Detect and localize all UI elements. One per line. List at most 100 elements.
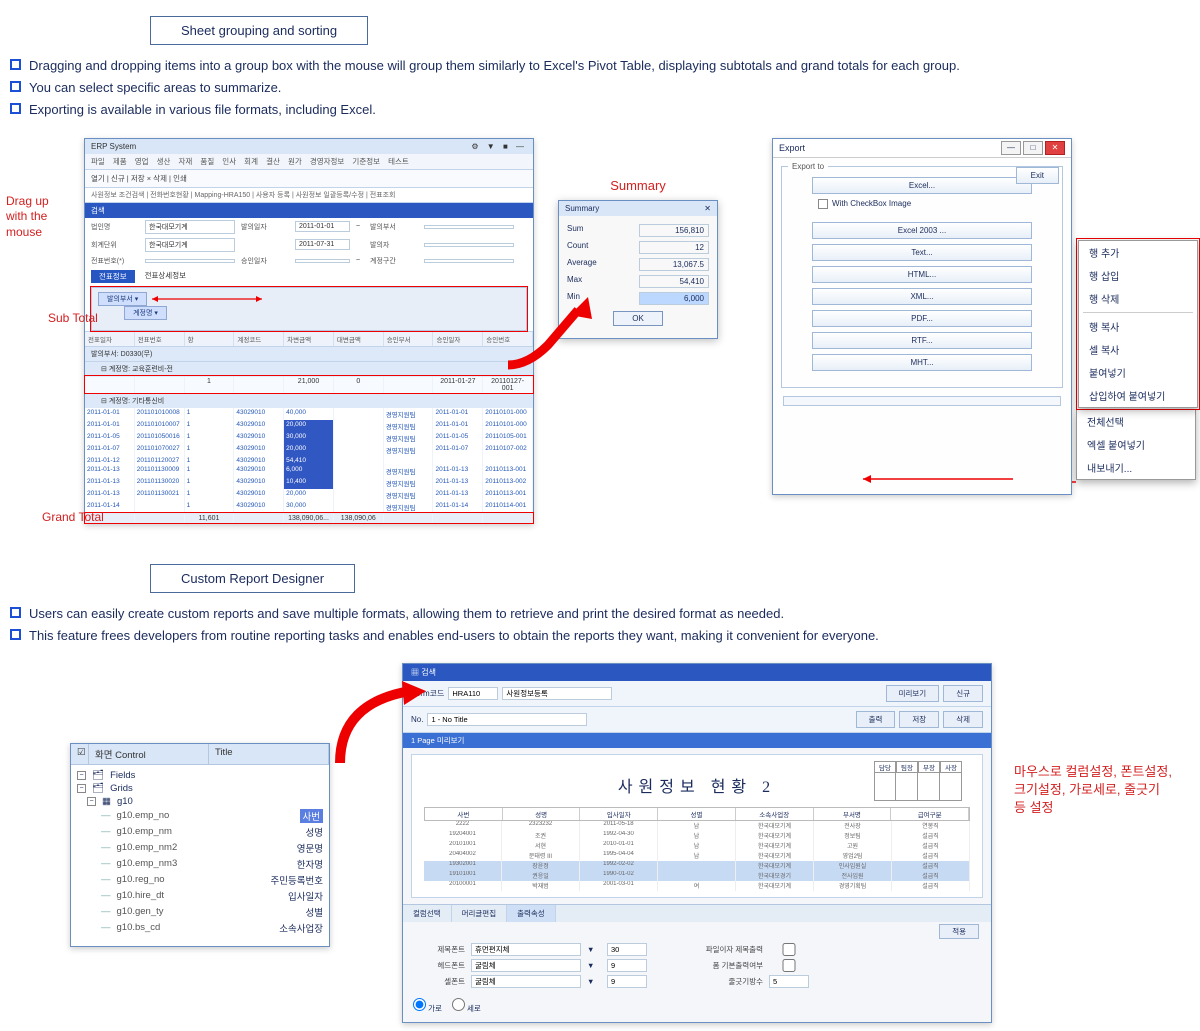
bullet: Dragging and dropping items into a group… <box>10 57 1200 75</box>
bullet: This feature frees developers from routi… <box>10 627 1200 645</box>
menu-item[interactable]: 전체선택 <box>1077 410 1195 433</box>
maximize-icon[interactable]: □ <box>1023 141 1043 155</box>
menu-item[interactable]: 행 추가 <box>1079 241 1197 264</box>
menu-item[interactable]: 내보내기... <box>1077 456 1195 479</box>
annotation-drag: Drag up with the mouse <box>6 194 60 241</box>
checkbox[interactable] <box>769 959 809 972</box>
bottom-tabs[interactable]: 컬럼선택 머리글편집 출력속성 <box>403 904 991 922</box>
checkbox-icon[interactable]: ☑ <box>71 744 89 764</box>
form-desc-input[interactable] <box>502 687 612 700</box>
table-row[interactable]: 2011-01-132011011300091430290106,000경영지원… <box>85 465 533 477</box>
menu-item[interactable]: 삽입하여 붙여넣기 <box>1079 384 1197 407</box>
group-row[interactable]: ⊟ 계정명: 교육훈련비-전 <box>85 361 533 376</box>
tree-row[interactable]: −🗂Grids <box>73 782 327 795</box>
ok-button[interactable]: OK <box>613 311 663 326</box>
group-row[interactable]: ⊟ 계정명: 기타통신비 <box>85 393 533 408</box>
section-title-2: Custom Report Designer <box>150 564 355 593</box>
close-icon[interactable]: ✕ <box>1045 141 1065 155</box>
signature-box: 담당 팀장 부장 사장 <box>874 761 962 801</box>
summary-row: Count12 <box>567 241 709 254</box>
page-tab[interactable]: 1 Page 미리보기 <box>403 733 991 748</box>
erp-menubar[interactable]: 파일 제품 영업 생산 자재 품질 인사 회계 결산 원가 경영자정보 기준정보… <box>85 154 533 170</box>
tree-row[interactable]: −▦g10 <box>73 795 327 808</box>
export-option-button[interactable]: Excel 2003 ... <box>812 222 1032 239</box>
tab-active[interactable]: 전표정보 <box>91 270 135 283</box>
save-button[interactable]: 저장 <box>899 711 939 728</box>
table-row[interactable]: 2011-01-1414302901030,000경영지원팀2011-01-14… <box>85 501 533 513</box>
preview-area: 담당 팀장 부장 사장 사원정보 현황 2 사번성명입사일자성별소속사업장부서명… <box>411 754 983 898</box>
table-row[interactable]: 2011-01-0720110107002714302901020,000경영지… <box>85 444 533 456</box>
summary-row: Average13,067.5 <box>567 258 709 271</box>
designer-form: Form코드 미리보기 신규 <box>403 681 991 707</box>
menu-item[interactable]: 셀 복사 <box>1079 338 1197 361</box>
tree-leaf[interactable]: —g10.emp_nm3한자명 <box>73 856 327 872</box>
table-row[interactable]: 2011-01-0520110105001614302901030,000경영지… <box>85 432 533 444</box>
tree-leaf[interactable]: —g10.emp_no사번 <box>73 808 327 824</box>
menu-item[interactable]: 엑셀 붙여넣기 <box>1077 433 1195 456</box>
grid-header[interactable]: 전표일자전표번호항계정코드차변금액대변금액승인부서승인일자승인번호 <box>85 331 533 346</box>
table-row: 19101001권응일1990-01-02한국대모경기전사임원설급직 <box>424 871 970 881</box>
expand-icon: − <box>77 784 86 793</box>
export-option-button[interactable]: HTML... <box>812 266 1032 283</box>
table-row: 20101001서현2010-01-01남한국대모기계고원설급직 <box>424 841 970 851</box>
table-row[interactable]: 2011-01-1320110113002014302901010,400경영지… <box>85 477 533 489</box>
tree-leaf[interactable]: —g10.gen_ty성별 <box>73 904 327 920</box>
export-option-button[interactable]: Text... <box>812 244 1032 261</box>
table-row: 19204001조권1992-04-30남한국대모기계정보팀설급직 <box>424 831 970 841</box>
report-designer: ▦ 검색 Form코드 미리보기 신규 No. 출력 저장 삭제 1 Page … <box>402 663 992 1023</box>
apply-button[interactable]: 적용 <box>939 924 979 939</box>
erp-tabs[interactable]: 사원정보 조건검색 | 전화번호현황 | Mapping-HRA150 | 사용… <box>85 188 533 203</box>
menu-item[interactable]: 행 삽입 <box>1079 264 1197 287</box>
bullet: Users can easily create custom reports a… <box>10 605 1200 623</box>
export-option-button[interactable]: RTF... <box>812 332 1032 349</box>
context-menu[interactable]: 행 추가행 삽입행 삭제 행 복사셀 복사붙여넣기삽입하여 붙여넣기 <box>1078 240 1198 408</box>
context-menu[interactable]: 전체선택엑셀 붙여넣기내보내기... <box>1076 410 1196 480</box>
export-option-button[interactable]: Excel... <box>812 177 1032 194</box>
subtotal-row: 121,00002011-01-2720110127-001 <box>85 376 533 393</box>
tree-leaf[interactable]: —g10.emp_nm성명 <box>73 824 327 840</box>
delete-button[interactable]: 삭제 <box>943 711 983 728</box>
arrow-icon <box>508 275 618 375</box>
menu-item[interactable]: 행 복사 <box>1079 315 1197 338</box>
table-row[interactable]: 2011-01-0120110101000814302901040,000경영지… <box>85 408 533 420</box>
export-caption: Export to <box>788 162 828 171</box>
table-row[interactable]: 2011-01-1220110112002714302901054,410 <box>85 456 533 465</box>
group-chip[interactable]: 발의부서 ▾ <box>98 292 147 306</box>
orientation-radios[interactable]: 가로 세로 <box>403 994 991 1022</box>
export-option-button[interactable]: MHT... <box>812 354 1032 371</box>
checkbox-row[interactable]: With CheckBox Image <box>812 199 1032 217</box>
bullets-2: Users can easily create custom reports a… <box>10 605 1200 645</box>
table-row[interactable]: 2011-01-1320110113002114302901020,000경영지… <box>85 489 533 501</box>
group-box[interactable]: 발의부서 ▾ 계정명 ▾ <box>91 287 527 331</box>
fields-header: ☑ 화면 Control Title <box>71 744 329 765</box>
grandtotal-row: 11,601138,090,06...138,090,06 <box>85 513 533 523</box>
exit-button[interactable]: Exit <box>1016 167 1059 184</box>
minimize-icon[interactable]: — <box>1001 141 1021 155</box>
tree-row[interactable]: −🗂Fields <box>73 769 327 782</box>
export-option-button[interactable]: PDF... <box>812 310 1032 327</box>
tree-leaf[interactable]: —g10.emp_nm2영문명 <box>73 840 327 856</box>
table-row: 222223232322011-05-18남한국대모기계전사장연봉직 <box>424 821 970 831</box>
checkbox[interactable] <box>769 943 809 956</box>
summary-header: Summary✕ <box>559 201 717 216</box>
preview-button[interactable]: 미리보기 <box>886 685 940 702</box>
annotation-subtotal: Sub Total <box>48 311 98 327</box>
window-controls[interactable]: ⚙ ▼ ■ — <box>471 142 527 151</box>
close-icon[interactable]: ✕ <box>704 204 711 213</box>
erp-toolbar[interactable]: 열기 | 신규 | 저장 × 삭제 | 인쇄 <box>85 170 533 188</box>
print-button[interactable]: 출력 <box>856 711 896 728</box>
tree-leaf[interactable]: —g10.reg_no주민등록번호 <box>73 872 327 888</box>
export-option-button[interactable]: XML... <box>812 288 1032 305</box>
expand-icon: − <box>87 797 96 806</box>
table-row[interactable]: 2011-01-0120110101000714302901020,000경영지… <box>85 420 533 432</box>
tab[interactable]: 전표상세정보 <box>145 270 186 283</box>
new-button[interactable]: 신규 <box>943 685 983 702</box>
tree-leaf[interactable]: —g10.bs_cd소속사업장 <box>73 920 327 936</box>
expand-icon: − <box>77 771 86 780</box>
menu-item[interactable]: 행 삭제 <box>1079 287 1197 310</box>
filter-row: 전표번호(*) 승인일자 ~ 계정구간 <box>85 254 533 268</box>
menu-item[interactable]: 붙여넣기 <box>1079 361 1197 384</box>
tree-leaf[interactable]: —g10.hire_dt입사일자 <box>73 888 327 904</box>
group-row[interactable]: 발의부서: D0330(무) <box>85 346 533 361</box>
bullet: You can select specific areas to summari… <box>10 79 1200 97</box>
